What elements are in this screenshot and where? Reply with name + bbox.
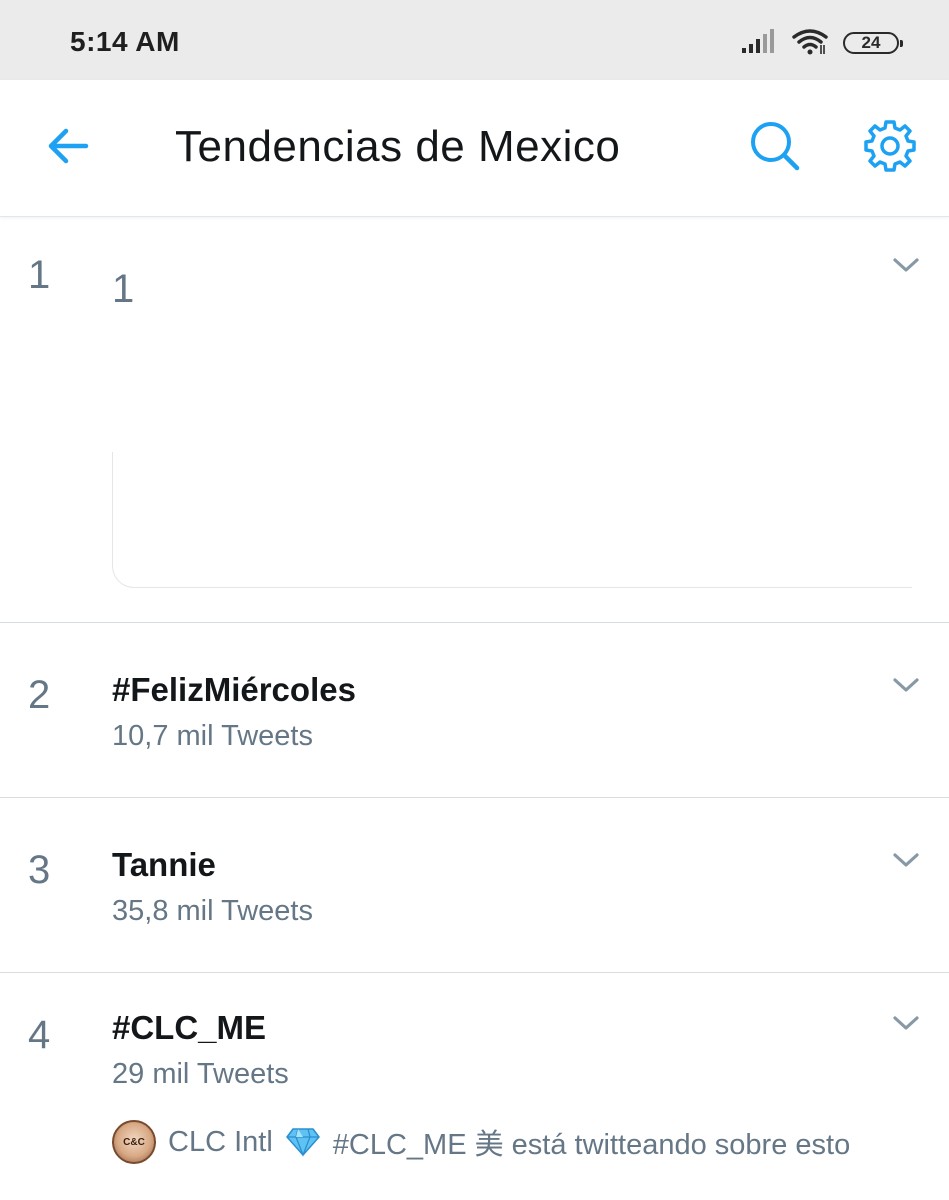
battery-level: 24 (861, 33, 881, 52)
search-button[interactable] (745, 118, 805, 178)
trend-item-1[interactable]: 1 1 (0, 217, 949, 623)
trend-tweet-count: 35,8 mil Tweets (112, 895, 313, 927)
trend-item-2[interactable]: 2 #FelizMiércoles 10,7 mil Tweets (0, 623, 949, 798)
diamond-icon (285, 1127, 321, 1157)
context-text: #CLC_ME 美 está twitteando sobre esto (332, 1129, 851, 1161)
trend-tweet-count: 10,7 mil Tweets (112, 720, 313, 752)
avatar-label: C&C (123, 1136, 145, 1148)
gear-icon (864, 119, 916, 177)
chevron-down-icon[interactable] (891, 255, 921, 275)
trend-name: #FelizMiércoles (112, 671, 356, 708)
trend-tweet-count: 29 mil Tweets (112, 1058, 289, 1090)
wifi-icon (791, 27, 829, 60)
settings-button[interactable] (860, 118, 920, 178)
trend-name: Tannie (112, 846, 216, 883)
trend-rank: 4 (28, 1013, 51, 1057)
chevron-down-icon[interactable] (891, 675, 921, 695)
trend-rank: 2 (28, 673, 51, 717)
back-button[interactable] (40, 120, 96, 176)
avatar: C&C (112, 1120, 156, 1164)
signal-icon (741, 28, 777, 59)
trend-media-card[interactable] (112, 452, 912, 588)
trend-item-3[interactable]: 3 Tannie 35,8 mil Tweets (0, 798, 949, 973)
trend-item-4[interactable]: 4 #CLC_ME 29 mil Tweets (0, 973, 949, 1200)
app-header: Tendencias de Mexico (0, 80, 949, 217)
chevron-down-icon[interactable] (891, 850, 921, 870)
chevron-down-icon[interactable] (891, 1013, 921, 1033)
trend-context[interactable]: C&C CLC Intl #CLC_ME 美 está twitteando s… (112, 1120, 850, 1164)
trend-rank: 1 (28, 253, 51, 297)
trend-name: 1 (112, 267, 135, 311)
status-time: 5:14 AM (70, 26, 180, 57)
status-bar: 5:14 AM 24 (0, 0, 949, 80)
trend-name: #CLC_ME (112, 1009, 267, 1046)
back-arrow-icon (46, 126, 90, 171)
status-icons: 24 (741, 26, 903, 60)
battery-icon: 24 (843, 32, 903, 54)
trend-rank: 3 (28, 848, 51, 892)
page-title: Tendencias de Mexico (175, 122, 621, 171)
context-user: CLC Intl (168, 1125, 273, 1158)
search-icon (748, 119, 802, 178)
